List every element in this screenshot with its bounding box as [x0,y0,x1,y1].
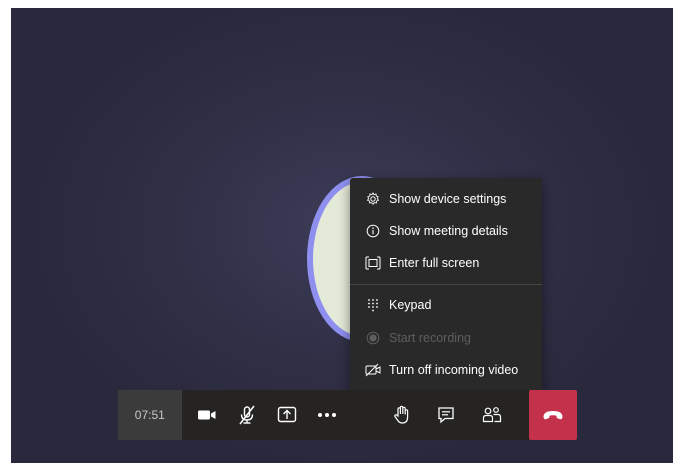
video-off-icon [365,362,381,378]
phone-hangup-icon [542,409,564,421]
menu-item-enter-full-screen[interactable]: Enter full screen [350,249,542,277]
info-icon [365,223,381,239]
gear-icon [365,191,381,207]
keypad-icon [365,297,381,313]
mic-muted-icon [237,405,257,425]
menu-item-label: Turn off incoming video [389,363,519,377]
camera-button[interactable] [187,390,227,440]
more-icon [317,412,337,418]
participants-button[interactable] [469,390,515,440]
fullscreen-icon [365,255,381,271]
people-icon [482,406,502,424]
share-screen-button[interactable] [267,390,307,440]
menu-item-label: Enter full screen [389,256,480,270]
more-actions-button[interactable] [307,390,347,440]
menu-item-start-recording: Start recording [350,324,542,352]
menu-item-label: Keypad [389,298,432,312]
microphone-button[interactable] [227,390,267,440]
hand-icon [393,405,411,425]
media-controls-group [181,390,379,440]
menu-divider [350,284,542,285]
menu-item-show-meeting-details[interactable]: Show meeting details [350,217,542,245]
share-screen-icon [277,406,297,424]
menu-item-show-device-settings[interactable]: Show device settings [350,185,542,213]
menu-item-label: Show meeting details [389,224,508,238]
menu-item-label: Show device settings [389,192,507,206]
chat-icon [437,406,455,424]
menu-item-keypad[interactable]: Keypad [350,291,542,319]
menu-item-label: Start recording [389,331,471,345]
hang-up-button[interactable] [529,390,577,440]
call-controls-bar: 07:51 [118,390,577,440]
more-actions-menu: Show device settings Show meeting detail… [350,178,542,392]
meeting-controls-group [378,390,530,440]
record-icon [365,330,381,346]
menu-item-turn-off-incoming-video[interactable]: Turn off incoming video [350,356,542,384]
raise-hand-button[interactable] [381,390,423,440]
chat-button[interactable] [423,390,469,440]
call-timer: 07:51 [118,390,182,440]
camera-icon [197,408,217,422]
